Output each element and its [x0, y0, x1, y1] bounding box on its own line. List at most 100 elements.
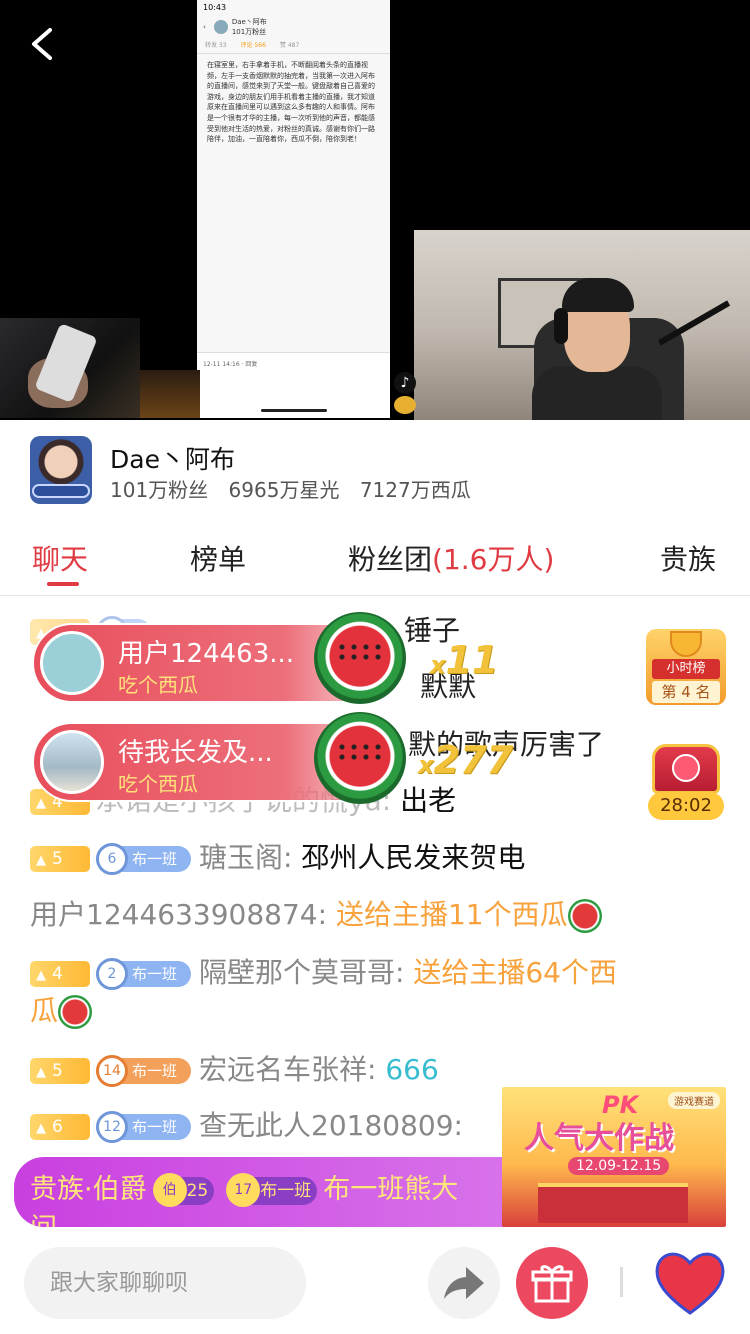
gift-action: 吃个西瓜 [118, 673, 198, 697]
chat-username[interactable]: 用户1244633908874: [30, 898, 327, 931]
chat-username[interactable]: 隔壁那个莫哥哥: [199, 956, 404, 989]
noble-rank-badge: 伯 25 [152, 1172, 215, 1207]
tab-chat[interactable]: 聊天 [32, 538, 88, 578]
chat-row: 用户1244633908874: 送给主播11个西瓜 [30, 897, 602, 933]
gift-action: 吃个西瓜 [118, 772, 198, 796]
fan-club-badge: 12 布一班 [96, 1111, 192, 1143]
tab-rank[interactable]: 榜单 [190, 538, 246, 578]
phone-footer: 12-11 14:16 · 回复 [197, 352, 390, 418]
pk-dates: 12.09-12.15 [568, 1157, 670, 1175]
chat-message-text: 出老 [400, 784, 457, 817]
gift-message-text: 瓜 [30, 994, 59, 1027]
chat-message-text: 邳州人民发来贺电 [301, 841, 526, 874]
treasure-chest-widget[interactable]: 28:02 [648, 742, 724, 820]
background-feed [140, 370, 200, 418]
user-level-badge: ▲ 5 [30, 1058, 90, 1084]
heart-icon [655, 1252, 725, 1315]
streamer-avatar[interactable] [30, 436, 92, 504]
watermelon-icon [58, 995, 93, 1029]
streamer-camera-feed [414, 230, 750, 420]
phone-home-indicator [261, 409, 327, 412]
tab-fan-club-count: (1.6万人) [432, 543, 555, 576]
melons-count: 7127万西瓜 [359, 478, 471, 502]
chat-message-text: 666 [385, 1053, 439, 1086]
room-tabs: 聊天 榜单 粉丝团(1.6万人) 贵族 [0, 520, 750, 596]
gift-button[interactable] [516, 1247, 588, 1319]
fan-club-badge: 17 布一班 [226, 1172, 318, 1207]
chat-row: ▲ 4 2 布一班 隔壁那个莫哥哥: 送给主播64个西 [30, 955, 617, 991]
phone-back-icon: ‹ [203, 23, 206, 31]
share-button[interactable] [428, 1247, 500, 1319]
chat-row: ▲ 5 6 布一班 瑭玉阁: 邳州人民发来贺电 [30, 840, 525, 876]
watermelon-gift-icon [314, 712, 406, 804]
chat-row: ▲ 5 14 布一班 宏远名车张祥: 666 [30, 1052, 439, 1088]
share-arrow-icon [444, 1267, 484, 1299]
tab-fan-club-label: 粉丝团 [348, 543, 433, 576]
gift-combo-count: x277 [418, 738, 513, 782]
shared-phone-screen: 10:43 ‹ Dae丶阿布 101万粉丝 转发 33 评论 566 赞 487… [197, 0, 390, 418]
divider [620, 1267, 623, 1297]
back-arrow-icon[interactable] [24, 24, 64, 64]
phone-tabs: 转发 33 评论 566 赞 487 [197, 40, 390, 54]
chat-input[interactable] [24, 1247, 306, 1319]
phone-title: Dae丶阿布 [231, 18, 267, 26]
chat-username[interactable]: 瑭玉阁: [199, 841, 292, 874]
chest-countdown: 28:02 [648, 792, 724, 820]
gifter-avatar [40, 730, 104, 794]
hourly-rank-widget[interactable]: 小时榜 第 4 名 [646, 629, 726, 705]
trophy-icon [670, 631, 702, 657]
fans-count: 101万粉丝 [110, 478, 209, 502]
streamer-info[interactable]: Dae丶阿布 101万粉丝 6965万星光 7127万西瓜 [0, 420, 750, 520]
hourly-rank-position: 第 4 名 [652, 681, 720, 703]
gifter-name: 用户124463... [118, 639, 295, 669]
gift-combo-count: x11 [430, 638, 499, 682]
chat-username[interactable]: 宏远名车张祥: [199, 1053, 376, 1086]
noble-entrance-line2: 间 [30, 1213, 57, 1227]
phone-status-time: 10:43 [203, 3, 227, 12]
noble-user-name: 布一班熊大 [323, 1174, 459, 1205]
streamer-name: Dae丶阿布 [110, 445, 235, 474]
gift-message-text: 送给主播11个西瓜 [335, 898, 568, 931]
watermelon-gift-icon [314, 612, 406, 704]
gifter-avatar [40, 631, 104, 695]
gifter-name: 待我长发及... [118, 738, 273, 768]
chat-row-continued: 瓜 [30, 993, 93, 1029]
active-tab-indicator [47, 582, 79, 586]
gift-box-icon [531, 1265, 573, 1303]
fan-club-badge: 6 布一班 [96, 843, 192, 875]
pk-event-banner[interactable]: 游戏赛道 PK 人气大作战 12.09-12.15 [502, 1087, 726, 1227]
tab-noble[interactable]: 贵族 [660, 538, 716, 578]
phone-footer-text: 12-11 14:16 · 回复 [203, 361, 258, 368]
fan-club-badge: 14 布一班 [96, 1055, 192, 1087]
like-button[interactable] [652, 1247, 728, 1319]
play-icon [672, 754, 700, 782]
watermelon-icon [567, 899, 602, 933]
noble-title: 贵族·伯爵 [30, 1174, 147, 1205]
user-level-badge: ▲ 5 [30, 846, 90, 872]
fan-club-badge: 2 布一班 [96, 958, 192, 990]
stars-count: 6965万星光 [228, 478, 340, 502]
phone-subtitle: 101万粉丝 [231, 28, 267, 36]
phone-nav: ‹ Dae丶阿布 101万粉丝 [197, 14, 390, 40]
phone-article-text: 在寝室里，右手拿着手机，不断翻阅着头条的直播视频，左手一支香烟默默的抽完着，当我… [207, 61, 375, 144]
noble-entrance-banner: 贵族·伯爵伯25 17布一班布一班熊大 间 [14, 1157, 514, 1227]
bottom-action-bar [0, 1237, 750, 1334]
user-level-badge: ▲ 6 [30, 1114, 90, 1140]
tab-fan-club[interactable]: 粉丝团(1.6万人) [348, 538, 554, 578]
tiktok-logo-icon: ♪ [394, 372, 416, 394]
noble-entrance-text: 贵族·伯爵伯25 17布一班布一班熊大 间 [30, 1167, 458, 1227]
chat-row: ▲ 6 12 布一班 查无此人20180809: [30, 1108, 463, 1144]
boxing-ring-image [538, 1183, 688, 1223]
user-level-badge: ▲ 4 [30, 961, 90, 987]
pk-title: 人气大作战 [524, 1121, 674, 1156]
chat-username[interactable]: 查无此人20180809: [199, 1109, 463, 1142]
hand-camera-feed [0, 318, 140, 418]
streamer-stats: 101万粉丝 6965万星光 7127万西瓜 [110, 474, 485, 503]
gold-coin-icon [394, 396, 416, 414]
phone-tab: 赞 487 [279, 42, 300, 49]
phone-tab: 转发 33 [205, 42, 227, 49]
live-video-area[interactable]: 10:43 ‹ Dae丶阿布 101万粉丝 转发 33 评论 566 赞 487… [0, 0, 750, 420]
gift-message-text: 送给主播64个西 [413, 956, 617, 989]
pk-tag: 游戏赛道 [668, 1092, 720, 1109]
phone-tab: 评论 566 [240, 42, 266, 49]
